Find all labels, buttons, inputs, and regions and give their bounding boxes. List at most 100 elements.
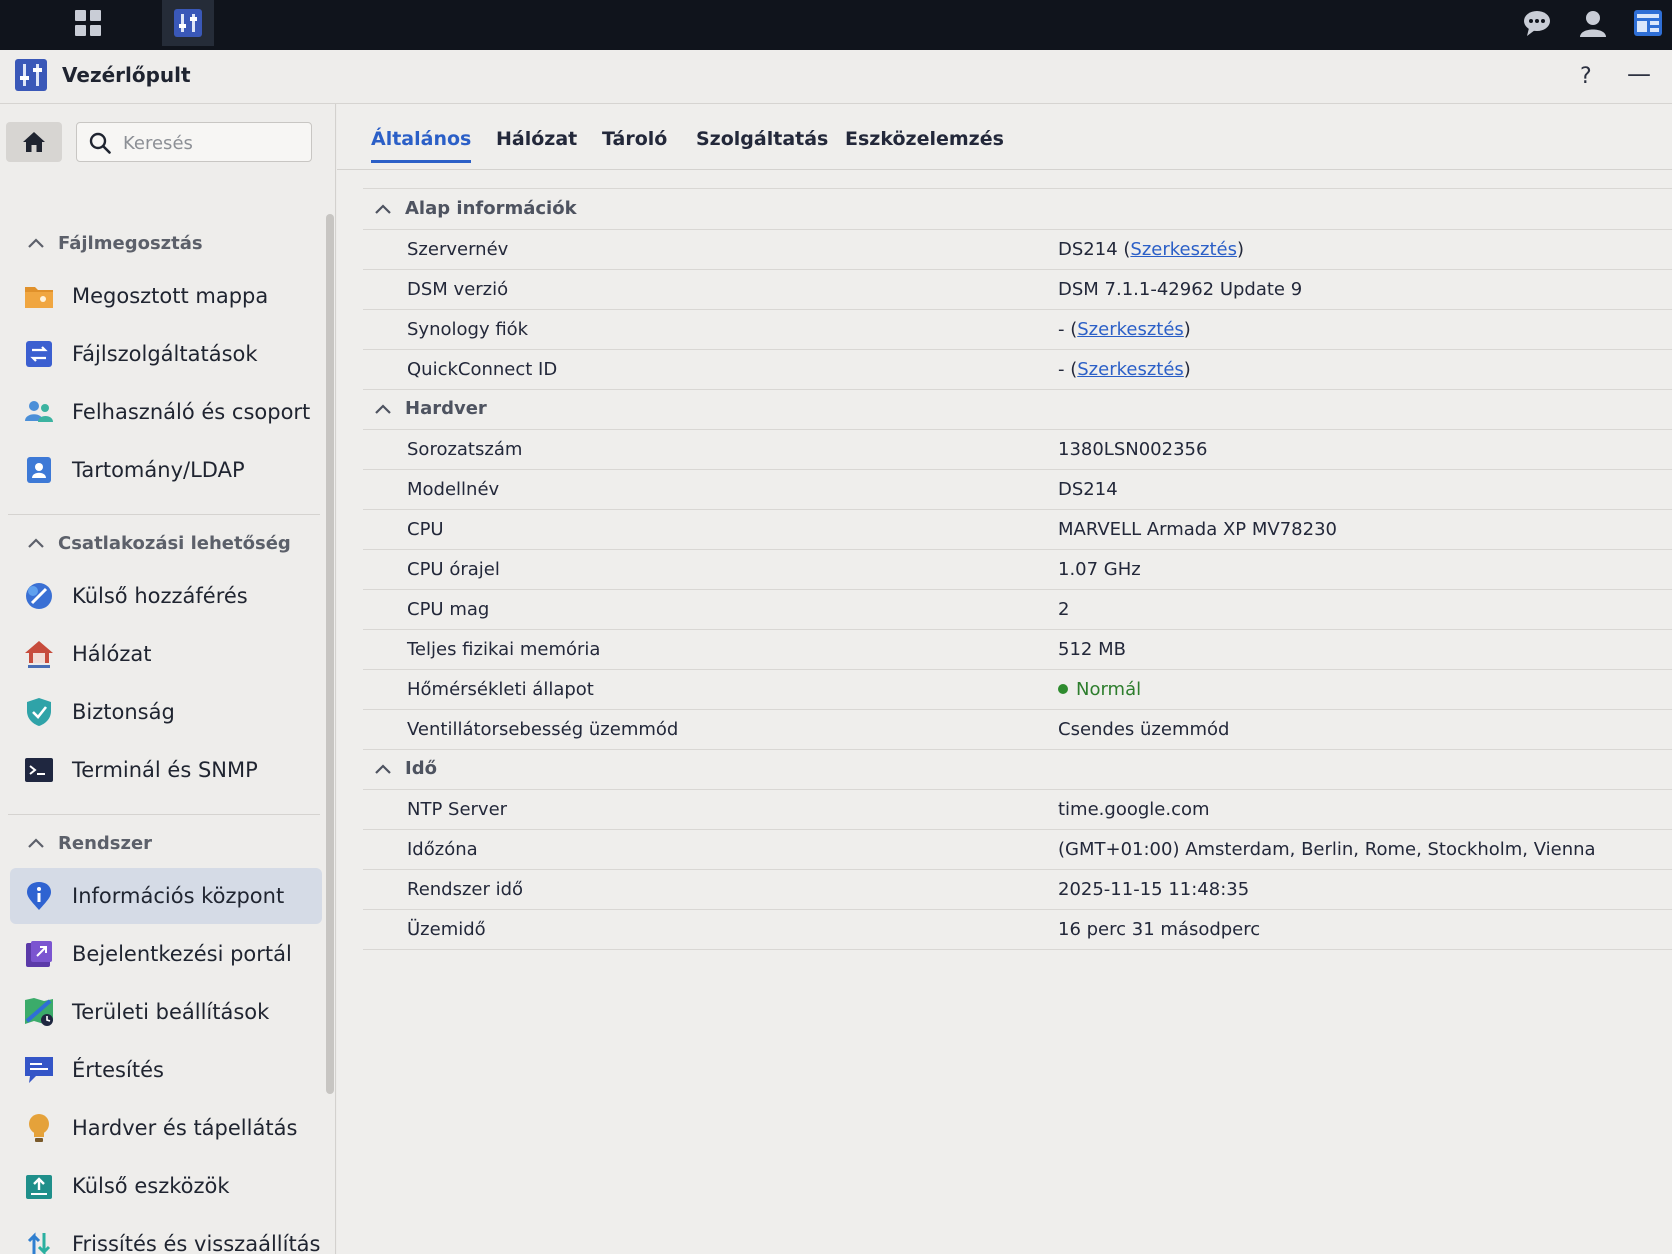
sidebar-item-label: Megosztott mappa	[72, 284, 269, 308]
window-titlebar: Vezérlőpult ? —	[0, 50, 1672, 104]
main-menu-button[interactable]	[62, 0, 114, 46]
chevron-up-icon	[28, 238, 44, 248]
table-row: Synology fiók - (Szerkesztés)	[363, 310, 1672, 350]
server-name-value: DS214	[1058, 239, 1118, 260]
sidebar-item-external-devices[interactable]: Külső eszközök	[10, 1158, 322, 1214]
group-toggle[interactable]: Alap információk	[375, 198, 577, 219]
sidebar-item-update-restore[interactable]: Frissítés és visszaállítás	[10, 1216, 322, 1254]
group-header-time: Idő	[363, 750, 1672, 790]
group-toggle[interactable]: Hardver	[375, 398, 487, 419]
tab-service[interactable]: Szolgáltatás	[696, 128, 828, 160]
section-header-connectivity[interactable]: Csatlakozási lehetőség	[28, 528, 291, 558]
sidebar-item-label: Külső hozzáférés	[72, 584, 248, 608]
sidebar-item-file-services[interactable]: Fájlszolgáltatások	[10, 326, 322, 382]
row-value: 16 perc 31 másodperc	[1058, 919, 1261, 940]
sidebar-item-hardware-power[interactable]: Hardver és tápellátás	[10, 1100, 322, 1156]
edit-quickconnect-link[interactable]: Szerkesztés	[1077, 359, 1184, 380]
sidebar-item-regional-options[interactable]: Területi beállítások	[10, 984, 322, 1040]
table-row: Rendszer idő 2025-11-15 11:48:35	[363, 870, 1672, 910]
row-value: DS214 (Szerkesztés)	[1058, 239, 1244, 260]
section-header-file-sharing[interactable]: Fájlmegosztás	[28, 228, 203, 258]
section-divider	[8, 514, 320, 515]
window-title: Vezérlőpult	[62, 63, 191, 87]
sidebar-item-domain-ldap[interactable]: Tartomány/LDAP	[10, 442, 322, 498]
tab-bar: Általános Hálózat Tároló Szolgáltatás Es…	[337, 104, 1672, 170]
chevron-up-icon	[28, 838, 44, 848]
row-label: Időzóna	[407, 839, 478, 860]
widgets-button[interactable]	[1624, 0, 1672, 46]
search-input[interactable]	[123, 131, 303, 155]
table-row: Időzóna (GMT+01:00) Amsterdam, Berlin, R…	[363, 830, 1672, 870]
terminal-icon	[24, 755, 54, 785]
table-row: CPU mag 2	[363, 590, 1672, 630]
sidebar-item-login-portal[interactable]: Bejelentkezési portál	[10, 926, 322, 982]
table-row: NTP Server time.google.com	[363, 790, 1672, 830]
table-row: Sorozatszám 1380LSN002356	[363, 430, 1672, 470]
taskbar	[0, 0, 1672, 50]
row-label: Sorozatszám	[407, 439, 523, 460]
row-value: (GMT+01:00) Amsterdam, Berlin, Rome, Sto…	[1058, 839, 1596, 860]
row-value: - (Szerkesztés)	[1058, 359, 1191, 380]
login-portal-icon	[24, 939, 54, 969]
sidebar-item-info-center[interactable]: Információs központ	[10, 868, 322, 924]
network-house-icon	[24, 639, 54, 669]
sidebar-item-notification[interactable]: Értesítés	[10, 1042, 322, 1098]
sidebar-item-users[interactable]: Felhasználó és csoport	[10, 384, 322, 440]
sidebar-item-external-access[interactable]: Külső hozzáférés	[10, 568, 322, 624]
sidebar-item-shared-folder[interactable]: Megosztott mappa	[10, 268, 322, 324]
row-value: DSM 7.1.1-42962 Update 9	[1058, 279, 1303, 300]
taskbar-control-panel-button[interactable]	[162, 0, 214, 46]
row-label: Üzemidő	[407, 919, 486, 940]
table-row: Szervernév DS214 (Szerkesztés)	[363, 230, 1672, 270]
sidebar-item-network[interactable]: Hálózat	[10, 626, 322, 682]
sidebar-item-label: Fájlszolgáltatások	[72, 342, 258, 366]
table-row: CPU MARVELL Armada XP MV78230	[363, 510, 1672, 550]
sidebar-item-label: Információs központ	[72, 884, 285, 908]
sidebar-item-terminal-snmp[interactable]: Terminál és SNMP	[10, 742, 322, 798]
grid-icon	[75, 10, 101, 36]
tab-device-analytics[interactable]: Eszközelemzés	[845, 128, 1004, 160]
minimize-button[interactable]: —	[1624, 60, 1654, 88]
group-title: Idő	[405, 758, 437, 779]
chat-button[interactable]	[1512, 0, 1562, 46]
sidebar-item-label: Biztonság	[72, 700, 175, 724]
sidebar-item-security[interactable]: Biztonság	[10, 684, 322, 740]
chevron-up-icon	[375, 403, 391, 414]
temperature-status: Normál	[1076, 679, 1142, 700]
table-row: Hőmérsékleti állapot Normál	[363, 670, 1672, 710]
tab-general[interactable]: Általános	[371, 128, 472, 163]
sidebar-scrollbar[interactable]	[326, 214, 334, 1094]
external-access-icon	[24, 581, 54, 611]
sidebar-item-label: Terminál és SNMP	[72, 758, 258, 782]
row-label: Synology fiók	[407, 319, 529, 340]
synology-account-value: -	[1058, 319, 1065, 340]
help-button[interactable]: ?	[1580, 64, 1592, 89]
row-value: 512 MB	[1058, 639, 1126, 660]
user-icon	[1580, 11, 1606, 37]
row-label: Szervernév	[407, 239, 509, 260]
control-panel-icon	[174, 9, 202, 37]
tab-storage[interactable]: Tároló	[602, 128, 667, 160]
user-menu-button[interactable]	[1568, 0, 1618, 46]
sidebar: Fájlmegosztás Megosztott mappa Fájlszolg…	[0, 104, 336, 1254]
bulb-icon	[24, 1113, 54, 1143]
sidebar-item-label: Felhasználó és csoport	[72, 400, 311, 424]
chat-icon	[1524, 11, 1550, 36]
external-device-icon	[24, 1171, 54, 1201]
row-value: MARVELL Armada XP MV78230	[1058, 519, 1337, 540]
users-icon	[24, 397, 54, 427]
edit-server-name-link[interactable]: Szerkesztés	[1130, 239, 1237, 260]
chevron-up-icon	[28, 538, 44, 548]
home-button[interactable]	[6, 122, 62, 162]
group-toggle[interactable]: Idő	[375, 758, 437, 779]
table-row: DSM verzió DSM 7.1.1-42962 Update 9	[363, 270, 1672, 310]
content-panel: Általános Hálózat Tároló Szolgáltatás Es…	[337, 104, 1672, 1254]
table-row: Modellnév DS214	[363, 470, 1672, 510]
tab-network[interactable]: Hálózat	[496, 128, 577, 160]
table-row: Üzemidő 16 perc 31 másodperc	[363, 910, 1672, 950]
section-header-system[interactable]: Rendszer	[28, 828, 152, 858]
sidebar-item-label: Hardver és tápellátás	[72, 1116, 298, 1140]
edit-synology-account-link[interactable]: Szerkesztés	[1077, 319, 1184, 340]
section-divider	[8, 814, 320, 815]
folder-icon	[24, 281, 54, 311]
